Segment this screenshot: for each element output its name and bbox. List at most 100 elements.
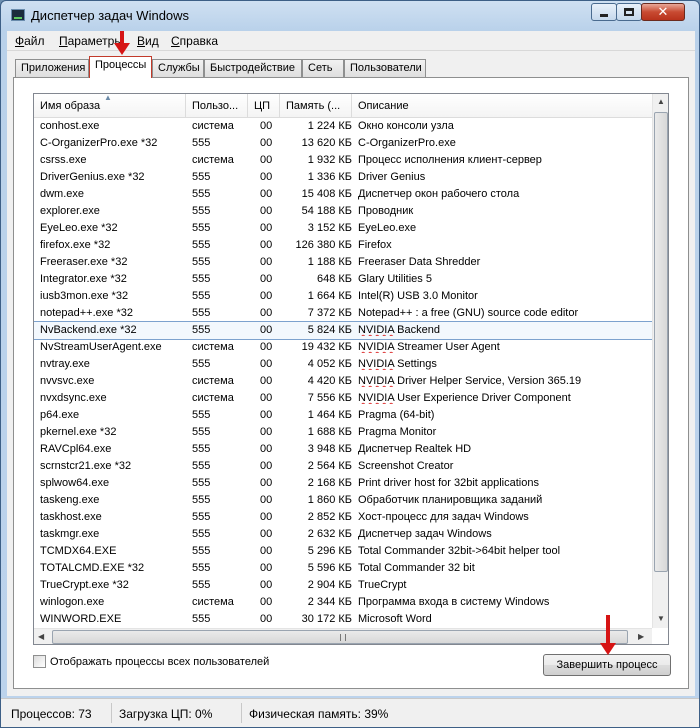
menu-bar: Файл Параметры Вид Справка <box>7 31 695 51</box>
table-row[interactable]: TrueCrypt.exe *32 555 00 2 904 КБ TrueCrypt <box>34 577 660 594</box>
process-description: NVIDIA Settings <box>358 358 437 370</box>
process-memory: 19 432 КБ <box>301 341 352 353</box>
process-user: 555 <box>192 511 211 523</box>
tab-users[interactable]: Пользователи <box>344 59 426 77</box>
sort-ascending-icon: ▲ <box>104 94 112 102</box>
task-manager-window: Диспетчер задач Windows ✕ Файл Параметры… <box>0 0 700 728</box>
process-user: система <box>192 341 234 353</box>
vertical-scroll-thumb[interactable] <box>654 112 668 572</box>
process-name: iusb3mon.exe *32 <box>40 290 129 302</box>
table-row[interactable]: taskmgr.exe 555 00 2 632 КБ Диспетчер задач … <box>34 526 660 543</box>
minimize-icon <box>600 13 608 17</box>
table-row[interactable]: dwm.exe 555 00 15 408 КБ Диспетчер окон рабо… <box>34 186 660 203</box>
table-row[interactable]: NvStreamUserAgent.exe система 00 19 432 КБ N… <box>34 339 660 356</box>
table-row[interactable]: notepad++.exe *32 555 00 7 372 КБ Notepad++ … <box>34 305 660 322</box>
process-description: Окно консоли узла <box>358 120 454 132</box>
minimize-button[interactable] <box>591 3 617 21</box>
process-cpu: 00 <box>260 511 273 523</box>
status-bar: Процессов: 73 Загрузка ЦП: 0% Физическая… <box>1 698 699 727</box>
table-row[interactable]: p64.exe 555 00 1 464 КБ Pragma (64-bit) <box>34 407 660 424</box>
menu-file[interactable]: Файл <box>15 34 45 48</box>
tab-applications[interactable]: Приложения <box>15 59 89 77</box>
table-row[interactable]: splwow64.exe 555 00 2 168 КБ Print driver ho… <box>34 475 660 492</box>
title-bar[interactable]: Диспетчер задач Windows ✕ <box>1 1 699 29</box>
process-user: 555 <box>192 239 211 251</box>
table-row[interactable]: Integrator.exe *32 555 00 648 КБ Glary Utili… <box>34 271 660 288</box>
process-cpu: 00 <box>260 562 273 574</box>
process-cpu: 00 <box>260 171 273 183</box>
table-row[interactable]: iusb3mon.exe *32 555 00 1 664 КБ Intel(R) US… <box>34 288 660 305</box>
process-memory: 1 688 КБ <box>307 426 352 438</box>
process-memory: 5 596 КБ <box>307 562 352 574</box>
table-row[interactable]: pkernel.exe *32 555 00 1 688 КБ Pragma Monit… <box>34 424 660 441</box>
process-name: nvvsvc.exe <box>40 375 95 387</box>
scroll-down-icon[interactable]: ▼ <box>657 614 665 623</box>
column-header-cpu[interactable]: ЦП <box>248 94 280 118</box>
process-description: Total Commander 32bit->64bit helper tool <box>358 545 561 557</box>
process-memory: 126 380 КБ <box>295 239 352 251</box>
process-user: 555 <box>192 324 211 336</box>
column-header-description[interactable]: Описание <box>352 94 652 118</box>
table-row[interactable]: C-OrganizerPro.exe *32 555 00 13 620 КБ C-Or… <box>34 135 660 152</box>
process-user: 555 <box>192 443 211 455</box>
process-name: C-OrganizerPro.exe *32 <box>40 137 158 149</box>
table-row[interactable]: nvxdsync.exe система 00 7 556 КБ NVIDIA User… <box>34 390 660 407</box>
menu-view[interactable]: Вид <box>137 34 159 48</box>
end-process-button[interactable]: Завершить процесс <box>543 654 671 676</box>
horizontal-scroll-thumb[interactable] <box>52 630 628 644</box>
column-header-name-label: Имя образа <box>40 100 101 112</box>
process-user: 555 <box>192 545 211 557</box>
table-row[interactable]: TOTALCMD.EXE *32 555 00 5 596 КБ Total Comma… <box>34 560 660 577</box>
table-row[interactable]: TCMDX64.EXE 555 00 5 296 КБ Total Commander … <box>34 543 660 560</box>
process-user: система <box>192 120 234 132</box>
table-row[interactable]: EyeLeo.exe *32 555 00 3 152 КБ EyeLeo.exe <box>34 220 660 237</box>
column-header-user[interactable]: Пользо... <box>186 94 248 118</box>
annotation-arrow-processes-tab <box>114 31 130 55</box>
column-header-name[interactable]: ▲ Имя образа <box>34 94 186 118</box>
table-row[interactable]: conhost.exe система 00 1 224 КБ Окно консоли… <box>34 118 660 135</box>
menu-help[interactable]: Справка <box>171 34 218 48</box>
horizontal-scrollbar[interactable]: ◀ ▶ <box>34 628 652 644</box>
table-row[interactable]: taskeng.exe 555 00 1 860 КБ Обработчик плани… <box>34 492 660 509</box>
table-row[interactable]: RAVCpl64.exe 555 00 3 948 КБ Диспетчер Realt… <box>34 441 660 458</box>
annotation-arrow-end-process <box>600 615 616 655</box>
process-memory: 7 372 КБ <box>307 307 352 319</box>
process-description: Диспетчер окон рабочего стола <box>358 188 520 200</box>
maximize-button[interactable] <box>616 3 642 21</box>
table-row[interactable]: DriverGenius.exe *32 555 00 1 336 КБ Driver … <box>34 169 660 186</box>
table-row[interactable]: WINWORD.EXE 555 00 30 172 КБ Microsoft Word <box>34 611 660 628</box>
tab-processes[interactable]: Процессы <box>89 56 152 78</box>
process-cpu: 00 <box>260 256 273 268</box>
tab-network[interactable]: Сеть <box>302 59 344 77</box>
column-header-memory[interactable]: Память (... <box>280 94 352 118</box>
process-description: Screenshot Creator <box>358 460 454 472</box>
process-description: Диспетчер Realtek HD <box>358 443 472 455</box>
table-row[interactable]: scrnstcr21.exe *32 555 00 2 564 КБ Screensho… <box>34 458 660 475</box>
vertical-scrollbar[interactable]: ▲ ▼ <box>652 94 668 628</box>
table-row[interactable]: NvBackend.exe *32 555 00 5 824 КБ NVIDIA Bac… <box>34 321 661 340</box>
scroll-up-icon[interactable]: ▲ <box>657 97 665 106</box>
process-description: Freeraser Data Shredder <box>358 256 481 268</box>
table-row[interactable]: winlogon.exe система 00 2 344 КБ Программа в… <box>34 594 660 611</box>
scroll-left-icon[interactable]: ◀ <box>38 632 44 641</box>
process-list[interactable]: ▲ Имя образа Пользо... ЦП Память (... Оп… <box>33 93 669 645</box>
process-name: Freeraser.exe *32 <box>40 256 128 268</box>
table-row[interactable]: nvtray.exe 555 00 4 052 КБ NVIDIA Settings <box>34 356 660 373</box>
tab-performance[interactable]: Быстродействие <box>204 59 302 77</box>
process-name: taskhost.exe <box>40 511 102 523</box>
process-memory: 3 152 КБ <box>307 222 352 234</box>
scroll-right-icon[interactable]: ▶ <box>638 632 644 641</box>
show-all-users-checkbox[interactable] <box>33 655 46 668</box>
table-row[interactable]: nvvsvc.exe система 00 4 420 КБ NVIDIA Driver… <box>34 373 660 390</box>
process-cpu: 00 <box>260 324 273 336</box>
status-physical-memory: Физическая память: 39% <box>249 707 389 721</box>
table-row[interactable]: taskhost.exe 555 00 2 852 КБ Хост-процесс дл… <box>34 509 660 526</box>
process-description: Хост-процесс для задач Windows <box>358 511 529 523</box>
table-row[interactable]: firefox.exe *32 555 00 126 380 КБ Firefox <box>34 237 660 254</box>
table-row[interactable]: csrss.exe система 00 1 932 КБ Процесс исполн… <box>34 152 660 169</box>
close-button[interactable]: ✕ <box>641 3 685 21</box>
tab-services[interactable]: Службы <box>152 59 204 77</box>
table-row[interactable]: explorer.exe 555 00 54 188 КБ Проводник <box>34 203 660 220</box>
process-description: TrueCrypt <box>358 579 407 591</box>
table-row[interactable]: Freeraser.exe *32 555 00 1 188 КБ Freeraser … <box>34 254 660 271</box>
